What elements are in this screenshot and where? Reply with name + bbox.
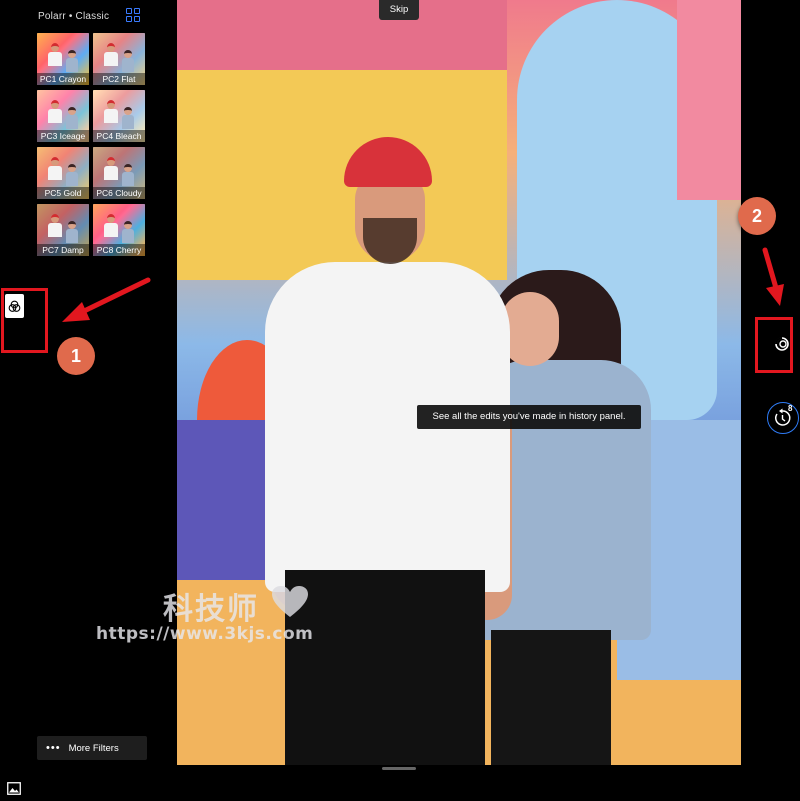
- watermark-heart-icon: [272, 586, 308, 617]
- watermark-text: 科技师: [163, 592, 259, 627]
- annotation-badge-1: 1: [57, 337, 95, 375]
- history-tooltip: See all the edits you've made in history…: [417, 405, 641, 429]
- annotation-box-2: [755, 317, 793, 373]
- filter-label: PC6 Cloudy: [93, 187, 145, 199]
- filter-card-pc6[interactable]: PC6 Cloudy: [93, 147, 145, 199]
- filter-card-pc3[interactable]: PC3 Iceage: [37, 90, 89, 142]
- filter-label: PC5 Gold: [37, 187, 89, 199]
- history-button[interactable]: [767, 402, 799, 434]
- more-dots-icon: •••: [46, 742, 61, 754]
- filter-label: PC3 Iceage: [37, 130, 89, 142]
- annotation-box-1: [1, 288, 48, 353]
- annotation-arrow-2: [762, 247, 784, 306]
- watermark-url: https://www.3kjs.com: [96, 624, 314, 644]
- filter-label: PC8 Cherry: [93, 244, 145, 256]
- photo-canvas[interactable]: [177, 0, 741, 765]
- filter-collection-title[interactable]: Polarr • Classic: [38, 11, 109, 22]
- filter-label: PC1 Crayon: [37, 73, 89, 85]
- filter-card-pc4[interactable]: PC4 Bleach: [93, 90, 145, 142]
- filter-card-pc5[interactable]: PC5 Gold: [37, 147, 89, 199]
- filter-label: PC2 Flat: [93, 73, 145, 85]
- filter-card-pc2[interactable]: PC2 Flat: [93, 33, 145, 85]
- history-count-badge: 8: [788, 404, 793, 413]
- more-filters-label: More Filters: [68, 742, 119, 754]
- filter-label: PC7 Damp: [37, 244, 89, 256]
- filter-label: PC4 Bleach: [93, 130, 145, 142]
- filter-grid: PC1 Crayon PC2 Flat PC3 Iceage PC4 Bleac…: [37, 33, 145, 256]
- annotation-arrow-1: [62, 277, 151, 322]
- filter-card-pc1[interactable]: PC1 Crayon: [37, 33, 89, 85]
- bottom-bar: [0, 765, 800, 801]
- filter-card-pc8[interactable]: PC8 Cherry: [93, 204, 145, 256]
- skip-button[interactable]: Skip: [379, 0, 419, 20]
- more-filters-button[interactable]: ••• More Filters: [37, 736, 147, 760]
- filter-card-pc7[interactable]: PC7 Damp: [37, 204, 89, 256]
- history-icon: [775, 408, 791, 426]
- filter-sidebar: Polarr • Classic PC1 Crayon PC2 Flat PC3…: [0, 0, 176, 765]
- image-icon[interactable]: [7, 782, 21, 795]
- grid-view-icon[interactable]: [126, 8, 141, 22]
- annotation-badge-2: 2: [738, 197, 776, 235]
- drag-handle[interactable]: [382, 767, 416, 770]
